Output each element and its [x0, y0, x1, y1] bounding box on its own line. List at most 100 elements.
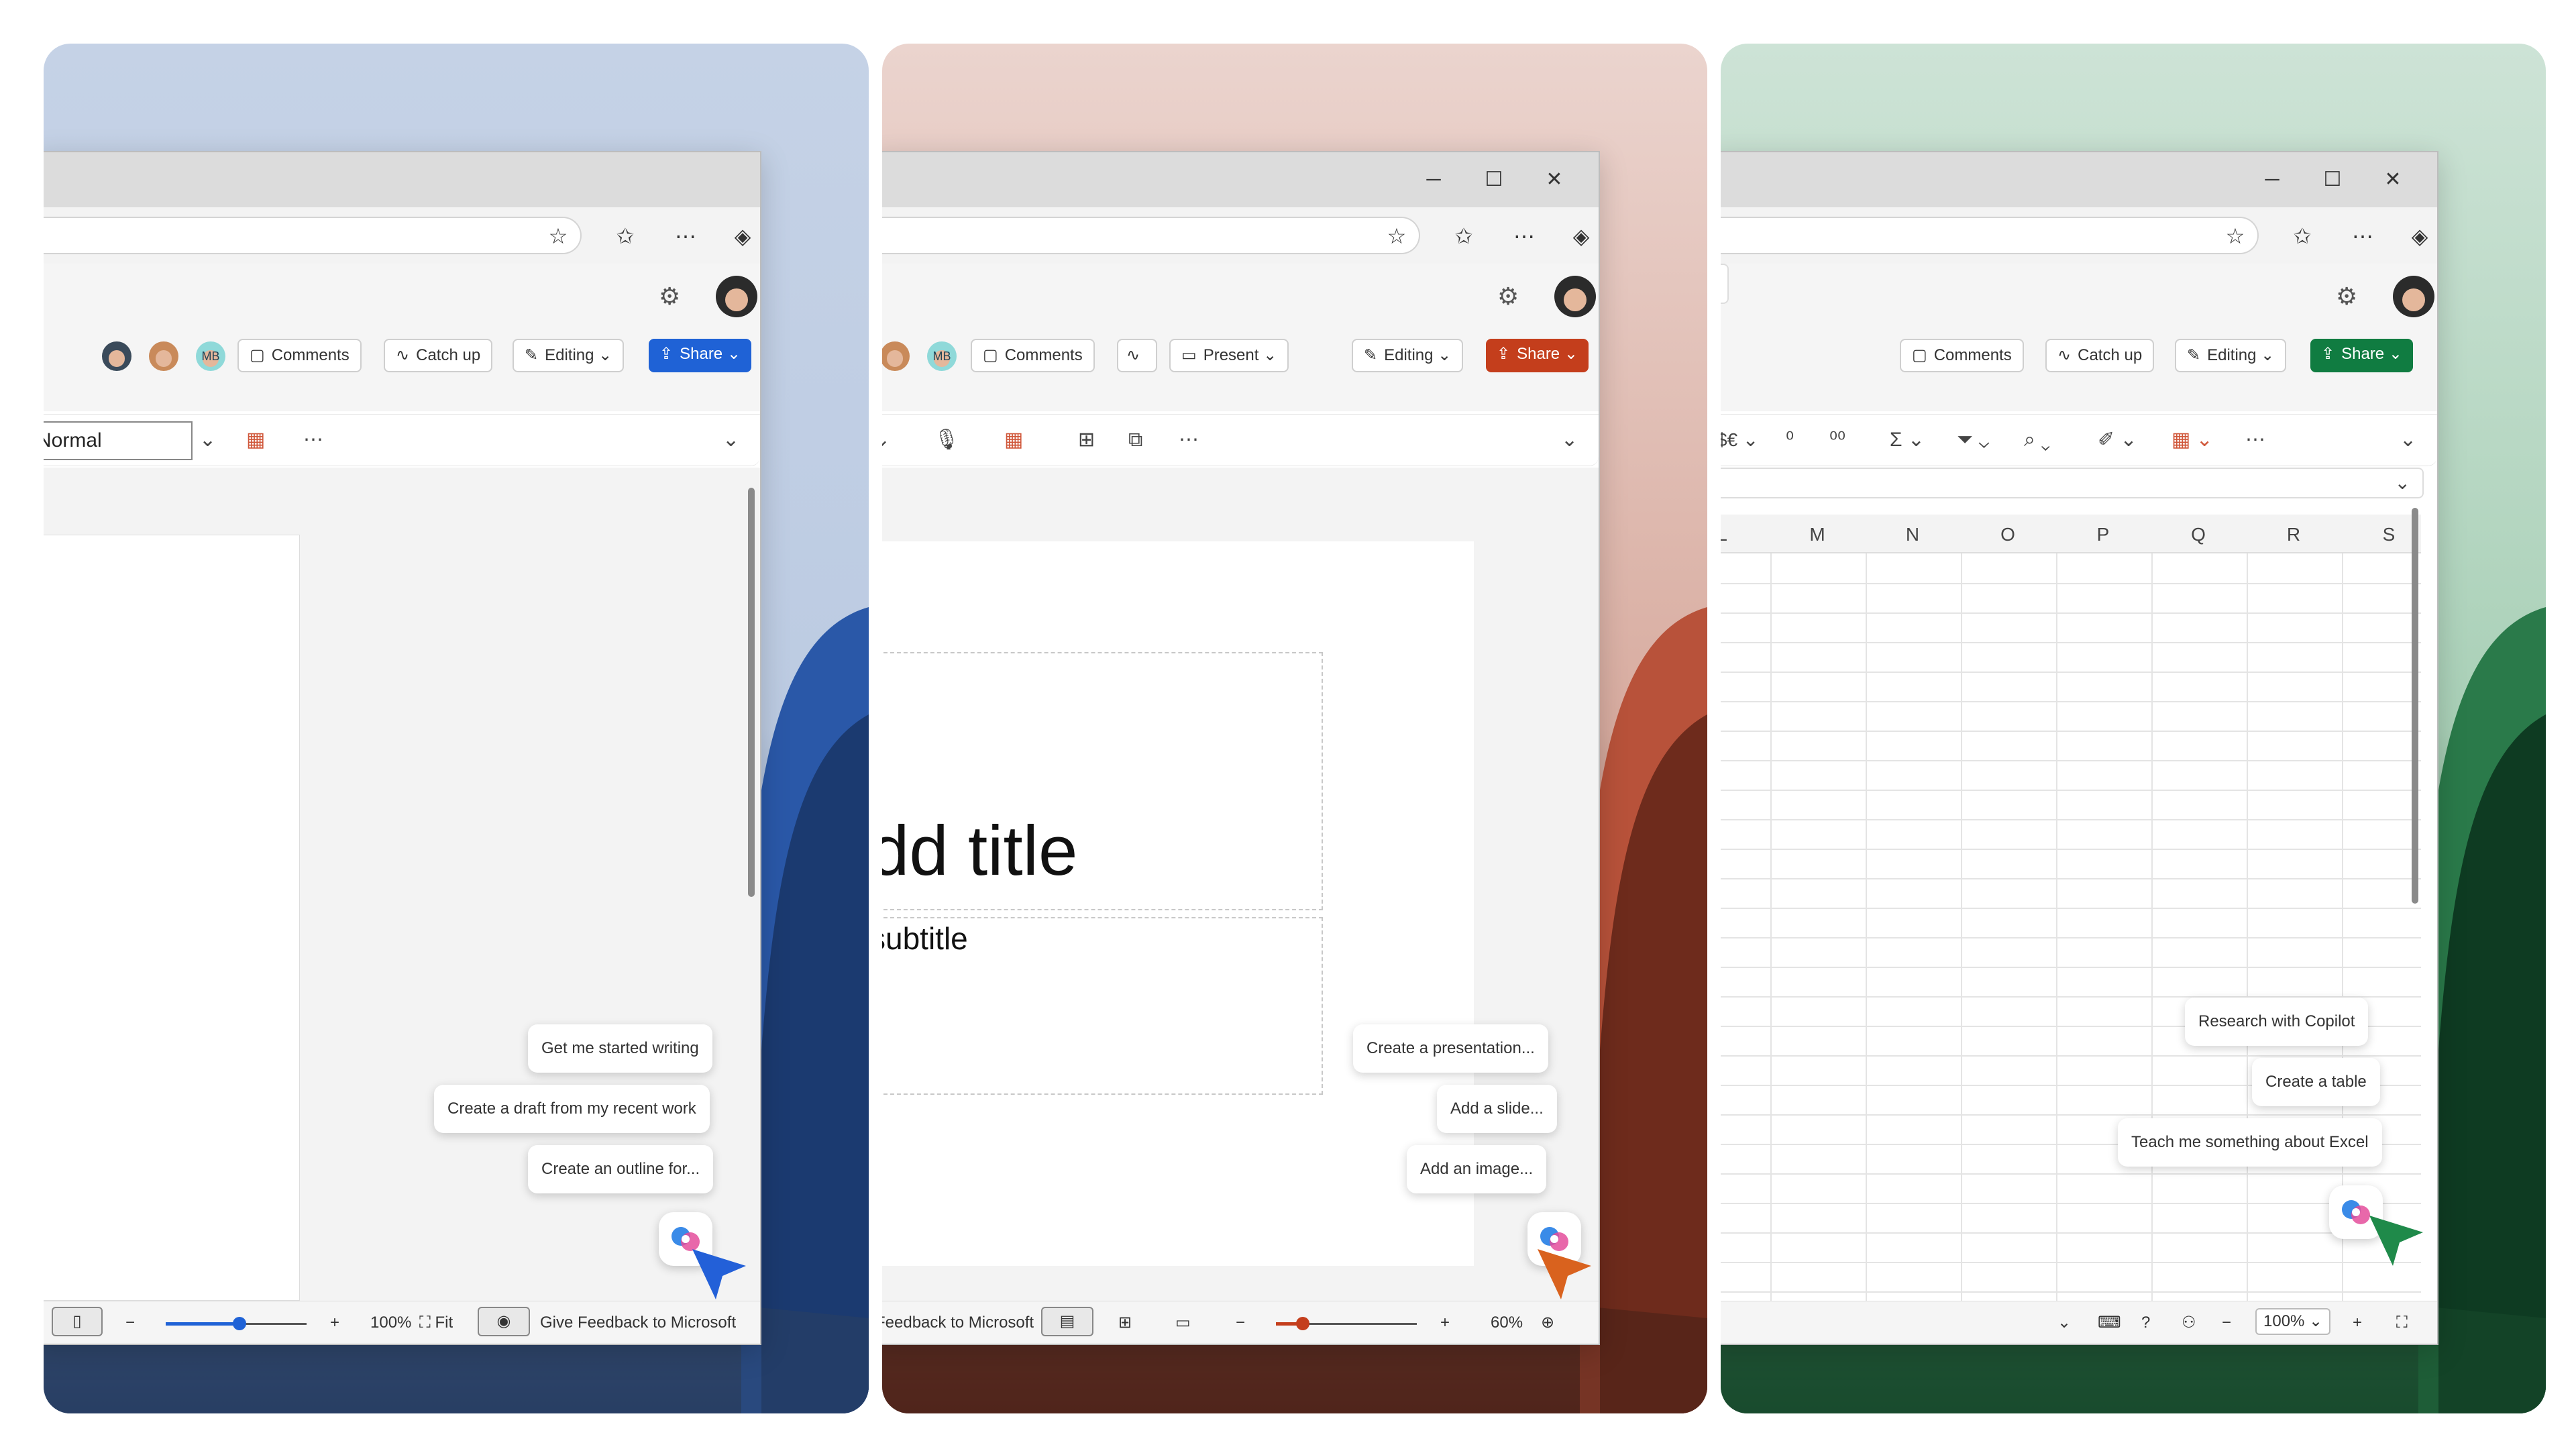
zoom-slider[interactable]	[1276, 1317, 1417, 1330]
suggestion-chip[interactable]: Add an image...	[1407, 1145, 1547, 1193]
suggestion-chip[interactable]: Create a table	[2252, 1058, 2380, 1106]
more-icon[interactable]: ⋯	[303, 427, 323, 453]
style-box[interactable]: Normal	[44, 421, 193, 460]
feedback-link[interactable]: Give Feedback to Microsoft	[540, 1309, 736, 1336]
number-format-button[interactable]: $€ ⌄	[1721, 427, 1758, 453]
suggestion-chip[interactable]: Get me started writing	[528, 1024, 712, 1073]
help-icon[interactable]: ?	[2141, 1309, 2150, 1336]
close-icon[interactable]: ✕	[1538, 164, 1571, 195]
column-header[interactable]: Q	[2151, 515, 2245, 555]
favorites-icon[interactable]: ✩	[1447, 219, 1481, 253]
avatar[interactable]	[1554, 276, 1596, 317]
more-icon[interactable]: ⋯	[2346, 219, 2379, 253]
column-header[interactable]: S	[2342, 515, 2436, 555]
suggestion-chip[interactable]: Teach me something about Excel	[2118, 1118, 2382, 1167]
star-add-icon[interactable]: ☆	[1380, 219, 1413, 253]
minimize-icon[interactable]: ─	[2255, 164, 2289, 195]
present-button[interactable]: ▭ Present ⌄	[1169, 339, 1289, 372]
collaborator-avatar[interactable]	[102, 341, 131, 371]
maximize-icon[interactable]: ☐	[1477, 164, 1511, 195]
minimize-icon[interactable]: ─	[1417, 164, 1450, 195]
share-button[interactable]: ⇪ Share ⌄	[1486, 339, 1589, 372]
collaborator-initials[interactable]: MB	[927, 341, 957, 371]
search-box[interactable]	[1721, 264, 1729, 304]
fullscreen-icon[interactable]: ⛶	[2396, 1309, 2408, 1336]
apps-icon[interactable]: ▦	[1004, 427, 1023, 453]
chevron-down-icon[interactable]: ⌄	[1561, 427, 1578, 453]
avatar[interactable]	[2393, 276, 2434, 317]
clear-format-icon[interactable]: ✐ ⌄	[2098, 427, 2137, 453]
copilot-icon[interactable]: ◈	[1564, 219, 1598, 253]
suggestion-chip[interactable]: Create an outline for...	[528, 1145, 714, 1193]
favorites-icon[interactable]: ✩	[2286, 219, 2319, 253]
column-header[interactable]: M	[1770, 515, 1864, 555]
more-icon[interactable]: ⋯	[1179, 427, 1199, 453]
comments-button[interactable]: ▢ Comments	[1900, 339, 2024, 372]
decrease-decimal-icon[interactable]: ⁰	[1786, 427, 1794, 453]
favorites-icon[interactable]: ✩	[608, 219, 642, 253]
more-icon[interactable]: ⋯	[2245, 427, 2265, 453]
star-add-icon[interactable]: ☆	[2218, 219, 2252, 253]
collaborator-avatar[interactable]	[882, 341, 910, 371]
apps-icon[interactable]: ▦ ⌄	[2171, 427, 2213, 453]
close-icon[interactable]: ✕	[2376, 164, 2410, 195]
keyboard-icon[interactable]: ⌨	[2098, 1309, 2121, 1336]
search-icon[interactable]: ⌕ ⌄	[2024, 427, 2050, 453]
chevron-down-icon[interactable]: ⌄	[199, 427, 216, 453]
chevron-down-icon[interactable]: ⌄	[2395, 472, 2410, 494]
comments-button[interactable]: ▢ Comments	[971, 339, 1095, 372]
zoom-slider[interactable]	[166, 1317, 307, 1330]
sort-filter-icon[interactable]: ⏷ ⌄	[1957, 427, 1990, 453]
star-add-icon[interactable]: ☆	[541, 219, 575, 253]
column-header[interactable]: N	[1866, 515, 1960, 555]
gear-icon[interactable]: ⚙	[2336, 282, 2357, 311]
apps-icon[interactable]: ▦	[246, 427, 265, 453]
spreadsheet-grid[interactable]: L M N O P Q R S Research with Copilot Cr…	[1721, 508, 2423, 1322]
column-header[interactable]: R	[2247, 515, 2341, 555]
zoom-level[interactable]: 60%	[1491, 1309, 1523, 1336]
title-placeholder[interactable]: dd title	[882, 652, 1323, 910]
suggestion-chip[interactable]: Create a draft from my recent work	[434, 1085, 710, 1133]
fit-slide-icon[interactable]: ⊕	[1541, 1309, 1554, 1336]
more-icon[interactable]: ⋯	[1507, 219, 1541, 253]
fit-button[interactable]: ⛶ Fit	[419, 1309, 453, 1336]
accessibility-icon[interactable]: ⚇	[2182, 1309, 2196, 1336]
microphone-icon[interactable]: 🎙	[934, 427, 959, 453]
autosum-icon[interactable]: Σ ⌄	[1890, 427, 1925, 453]
gear-icon[interactable]: ⚙	[1497, 282, 1519, 311]
comments-button[interactable]: ▢ Comments	[237, 339, 362, 372]
column-header[interactable]: L	[1721, 515, 1769, 555]
catchup-button[interactable]: ∿ Catch up	[384, 339, 493, 372]
slide[interactable]: dd title subtitle	[882, 541, 1474, 1266]
normal-view-icon[interactable]: ▤	[1041, 1307, 1093, 1336]
chevron-down-icon[interactable]: ⌄	[882, 427, 890, 453]
zoom-level[interactable]: 100% ⌄	[2255, 1308, 2331, 1335]
catchup-button[interactable]: ∿ Catch up	[2045, 339, 2155, 372]
zoom-out-icon[interactable]: −	[1236, 1309, 1245, 1336]
formula-bar[interactable]: ⌄	[1721, 468, 2424, 498]
catchup-button[interactable]: ∿	[1117, 339, 1157, 372]
suggestion-chip[interactable]: Add a slide...	[1437, 1085, 1557, 1133]
editing-button[interactable]: ✎ Editing ⌄	[2175, 339, 2287, 372]
increase-decimal-icon[interactable]: ⁰⁰	[1829, 427, 1845, 453]
avatar[interactable]	[716, 276, 757, 317]
page-view-icon[interactable]: ▯	[52, 1307, 103, 1336]
share-button[interactable]: ⇪ Share ⌄	[649, 339, 751, 372]
chevron-down-icon[interactable]: ⌄	[2400, 427, 2416, 453]
subtitle-placeholder[interactable]: subtitle	[882, 917, 1323, 1095]
suggestion-chip[interactable]: Create a presentation...	[1353, 1024, 1548, 1073]
document-page[interactable]	[44, 535, 300, 1301]
zoom-out-icon[interactable]: −	[125, 1309, 135, 1336]
suggestion-chip[interactable]: Research with Copilot	[2185, 998, 2369, 1046]
collaborator-avatar[interactable]	[149, 341, 178, 371]
maximize-icon[interactable]: ☐	[2316, 164, 2349, 195]
reading-view-icon[interactable]: ▭	[1175, 1309, 1191, 1336]
zoom-in-icon[interactable]: +	[2353, 1309, 2362, 1336]
zoom-in-icon[interactable]: +	[1440, 1309, 1450, 1336]
copilot-icon[interactable]: ◈	[726, 219, 759, 253]
address-bar[interactable]	[44, 217, 582, 254]
zoom-level[interactable]: 100%	[370, 1309, 411, 1336]
zoom-out-icon[interactable]: −	[2222, 1309, 2231, 1336]
scrollbar[interactable]	[748, 488, 755, 897]
chevron-down-icon[interactable]: ⌄	[2057, 1309, 2071, 1336]
